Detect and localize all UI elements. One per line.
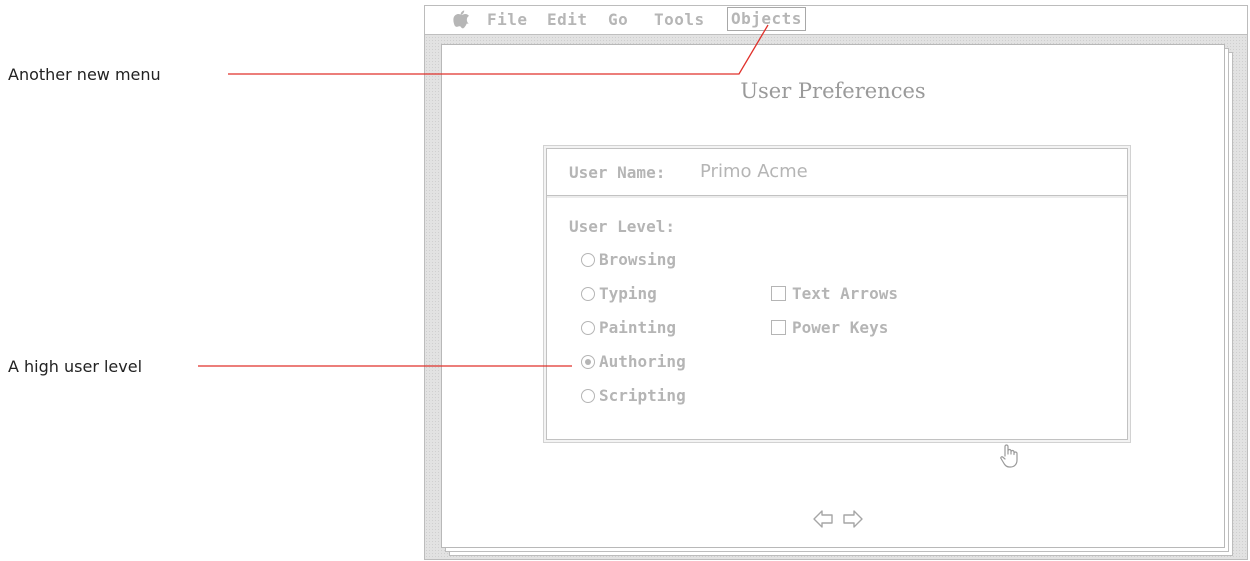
callout-new-menu: Another new menu [8, 65, 161, 84]
user-name-label: User Name: [569, 163, 666, 182]
menu-file[interactable]: File [487, 10, 528, 29]
checkbox-icon [771, 320, 786, 335]
checkbox-text-arrows[interactable]: Text Arrows [771, 284, 898, 303]
user-name-row: User Name: Primo Acme [547, 149, 1127, 196]
user-level-label: User Level: [569, 217, 675, 236]
radio-label: Painting [599, 318, 677, 337]
radio-label: Authoring [599, 352, 686, 371]
menu-go[interactable]: Go [608, 10, 628, 29]
radio-browsing[interactable]: Browsing [581, 250, 676, 269]
user-name-field[interactable]: Primo Acme [700, 161, 808, 182]
checkbox-label: Power Keys [792, 318, 889, 337]
checkbox-icon [771, 286, 786, 301]
card: User Preferences User Name: Primo Acme U… [441, 44, 1225, 548]
menu-objects[interactable]: Objects [727, 7, 806, 31]
menu-bar: File Edit Go Tools Objects [425, 6, 1247, 35]
radio-button-icon [581, 253, 595, 267]
radio-button-selected-icon [581, 355, 595, 369]
radio-label: Scripting [599, 386, 686, 405]
left-arrow-icon[interactable] [812, 509, 834, 529]
apple-menu-icon[interactable] [453, 9, 469, 29]
card-title: User Preferences [740, 79, 926, 103]
radio-typing[interactable]: Typing [581, 284, 657, 303]
menu-tools[interactable]: Tools [654, 10, 705, 29]
radio-button-icon [581, 389, 595, 403]
checkbox-label: Text Arrows [792, 284, 898, 303]
radio-button-icon [581, 321, 595, 335]
right-arrow-icon[interactable] [842, 509, 864, 529]
radio-painting[interactable]: Painting [581, 318, 676, 337]
radio-label: Typing [599, 284, 657, 303]
page: Another new menu A high user level File … [0, 0, 1250, 561]
callout-user-level: A high user level [8, 357, 143, 376]
checkbox-power-keys[interactable]: Power Keys [771, 318, 888, 337]
hypercard-screen: File Edit Go Tools Objects User Preferen… [424, 5, 1248, 560]
preferences-panel: User Name: Primo Acme User Level: Browsi… [546, 148, 1128, 440]
radio-scripting[interactable]: Scripting [581, 386, 686, 405]
browse-hand-cursor-icon [1000, 444, 1018, 468]
radio-label: Browsing [599, 250, 677, 269]
radio-button-icon [581, 287, 595, 301]
menu-edit[interactable]: Edit [547, 10, 588, 29]
radio-authoring[interactable]: Authoring [581, 352, 686, 371]
